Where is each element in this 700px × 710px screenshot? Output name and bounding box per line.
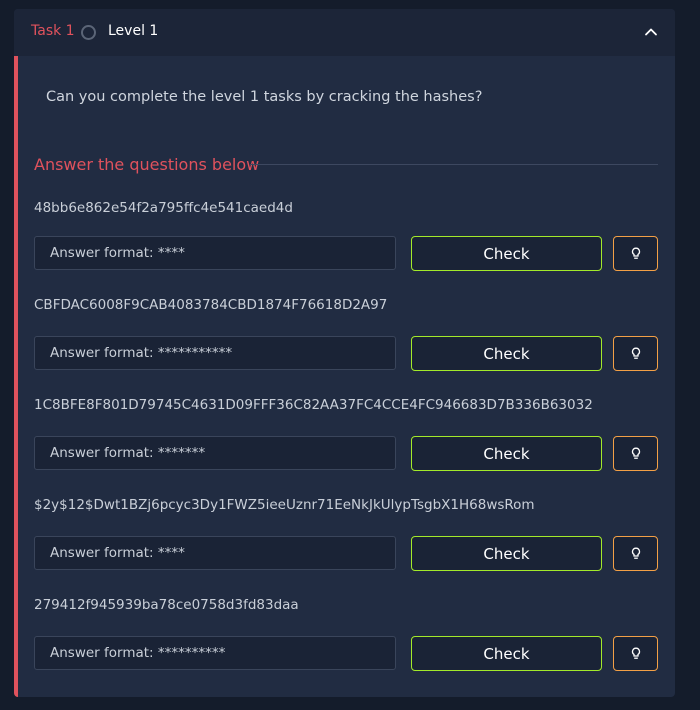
question-hash-3: 1C8BFE8F801D79745C4631D09FFF36C82AA37FC4…	[34, 397, 593, 413]
completion-status-icon	[81, 25, 96, 40]
task-accent-bar	[14, 56, 18, 697]
task-header[interactable]: Task 1 Level 1	[14, 9, 675, 56]
answer-input-3[interactable]	[34, 436, 396, 470]
check-button-4[interactable]: Check	[411, 536, 602, 571]
task-intro: Can you complete the level 1 tasks by cr…	[46, 89, 483, 105]
chevron-up-icon[interactable]	[642, 23, 660, 41]
answer-input-5[interactable]	[34, 636, 396, 670]
question-hash-4: $2y$12$Dwt1BZj6pcyc3Dy1FWZ5ieeUznr71EeNk…	[34, 497, 535, 513]
check-button-2[interactable]: Check	[411, 336, 602, 371]
task-card: Task 1 Level 1 Can you complete the leve…	[14, 9, 675, 697]
hint-button-5[interactable]	[613, 636, 658, 671]
answer-input-1[interactable]	[34, 236, 396, 270]
answer-input-4[interactable]	[34, 536, 396, 570]
hint-button-2[interactable]	[613, 336, 658, 371]
task-title: Level 1	[108, 23, 159, 39]
lightbulb-icon	[631, 547, 640, 559]
heading-divider	[250, 164, 658, 165]
hint-button-3[interactable]	[613, 436, 658, 471]
lightbulb-icon	[631, 447, 640, 459]
question-hash-2: CBFDAC6008F9CAB4083784CBD1874F76618D2A97	[34, 297, 388, 313]
check-button-5[interactable]: Check	[411, 636, 602, 671]
answer-input-2[interactable]	[34, 336, 396, 370]
hint-button-4[interactable]	[613, 536, 658, 571]
task-number: Task 1	[31, 23, 75, 39]
question-hash-1: 48bb6e862e54f2a795ffc4e541caed4d	[34, 200, 293, 216]
question-hash-5: 279412f945939ba78ce0758d3fd83daa	[34, 597, 299, 613]
lightbulb-icon	[631, 347, 640, 359]
lightbulb-icon	[631, 647, 640, 659]
check-button-1[interactable]: Check	[411, 236, 602, 271]
answer-section-heading: Answer the questions below	[34, 155, 260, 174]
hint-button-1[interactable]	[613, 236, 658, 271]
lightbulb-icon	[631, 247, 640, 259]
check-button-3[interactable]: Check	[411, 436, 602, 471]
